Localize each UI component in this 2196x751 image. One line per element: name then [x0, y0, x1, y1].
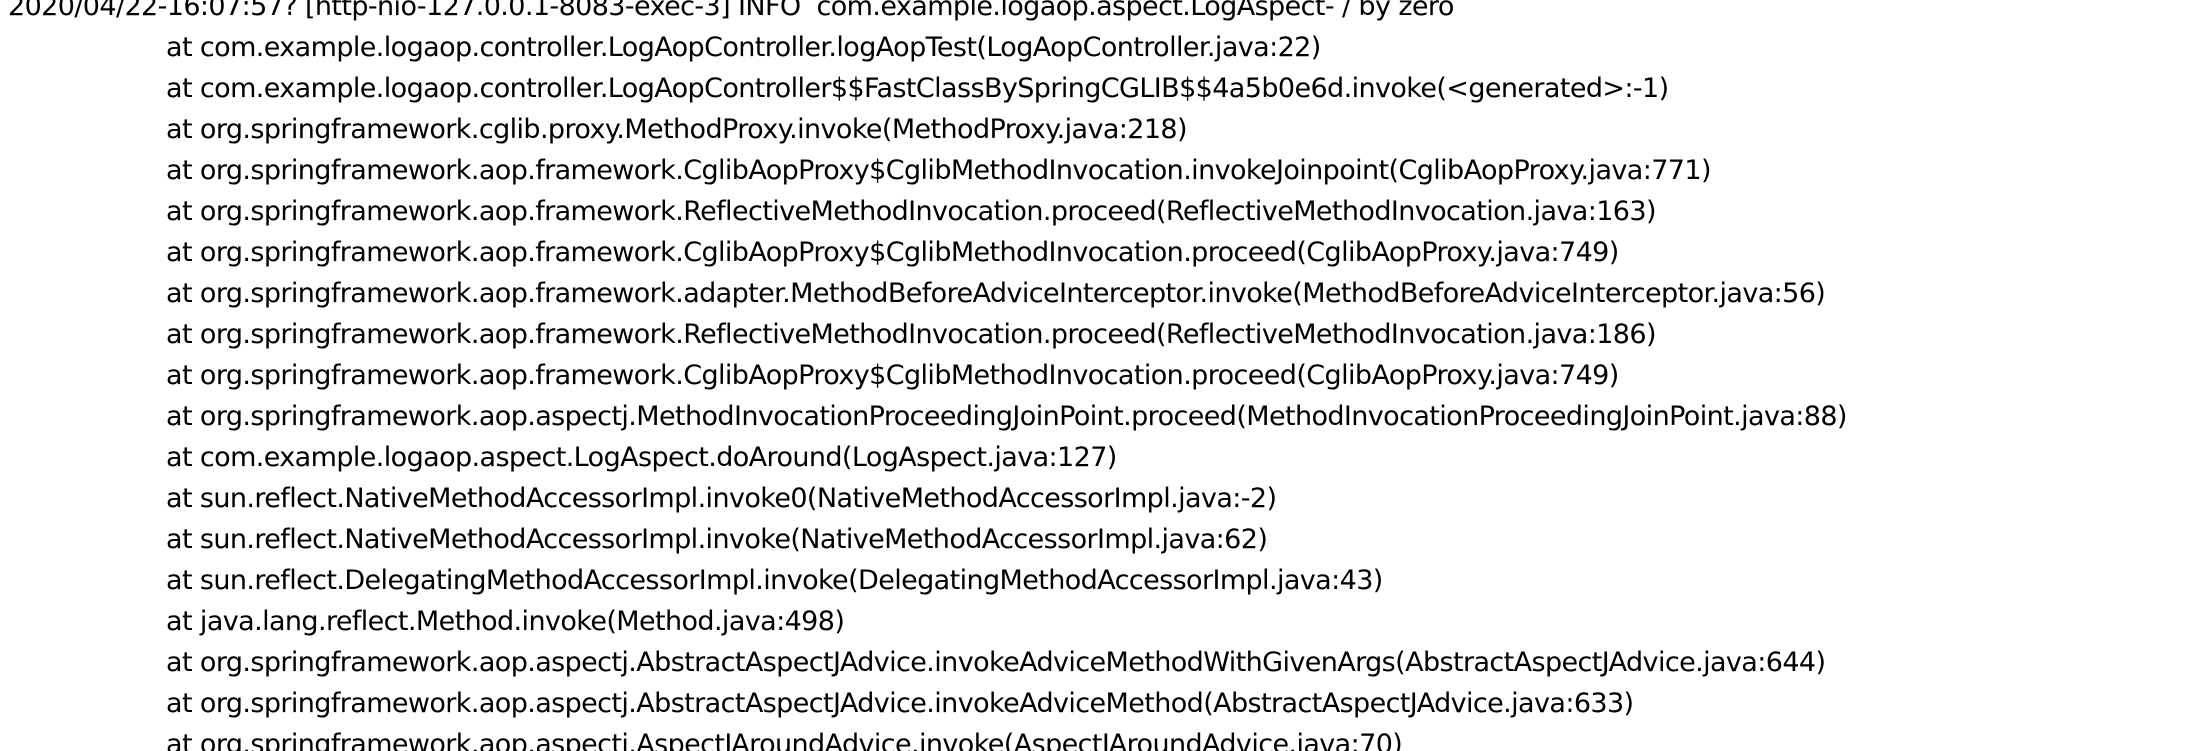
stack-frame: at org.springframework.aop.aspectj.Abstr…: [166, 688, 1634, 719]
stack-frame: at org.springframework.cglib.proxy.Metho…: [166, 114, 1188, 145]
stack-frame: at sun.reflect.NativeMethodAccessorImpl.…: [166, 483, 1277, 514]
log-output: 2020/04/22-16:07:57? [http-nio-127.0.0.1…: [0, 0, 2196, 751]
stack-frame: at com.example.logaop.controller.LogAopC…: [166, 32, 1321, 63]
stack-frame: at org.springframework.aop.framework.ada…: [166, 278, 1826, 309]
stack-frame: at org.springframework.aop.framework.Cgl…: [166, 155, 1711, 186]
stack-frame: at org.springframework.aop.aspectj.Abstr…: [166, 647, 1826, 678]
stack-frame: at sun.reflect.NativeMethodAccessorImpl.…: [166, 524, 1268, 555]
log-header-line: 2020/04/22-16:07:57? [http-nio-127.0.0.1…: [8, 0, 1454, 22]
stack-frame: at com.example.logaop.aspect.LogAspect.d…: [166, 442, 1117, 473]
stack-frame: at org.springframework.aop.aspectj.Metho…: [166, 401, 1847, 432]
stack-frame: at org.springframework.aop.framework.Cgl…: [166, 360, 1619, 391]
stack-frame: at org.springframework.aop.framework.Ref…: [166, 196, 1656, 227]
stack-frame: at org.springframework.aop.framework.Cgl…: [166, 237, 1619, 268]
stack-frame: at java.lang.reflect.Method.invoke(Metho…: [166, 606, 845, 637]
stack-frame: at org.springframework.aop.framework.Ref…: [166, 319, 1656, 350]
stack-frame: at org.springframework.aop.aspectj.Aspec…: [166, 729, 1403, 751]
stack-frame: at sun.reflect.DelegatingMethodAccessorI…: [166, 565, 1383, 596]
stack-frame: at com.example.logaop.controller.LogAopC…: [166, 73, 1669, 104]
